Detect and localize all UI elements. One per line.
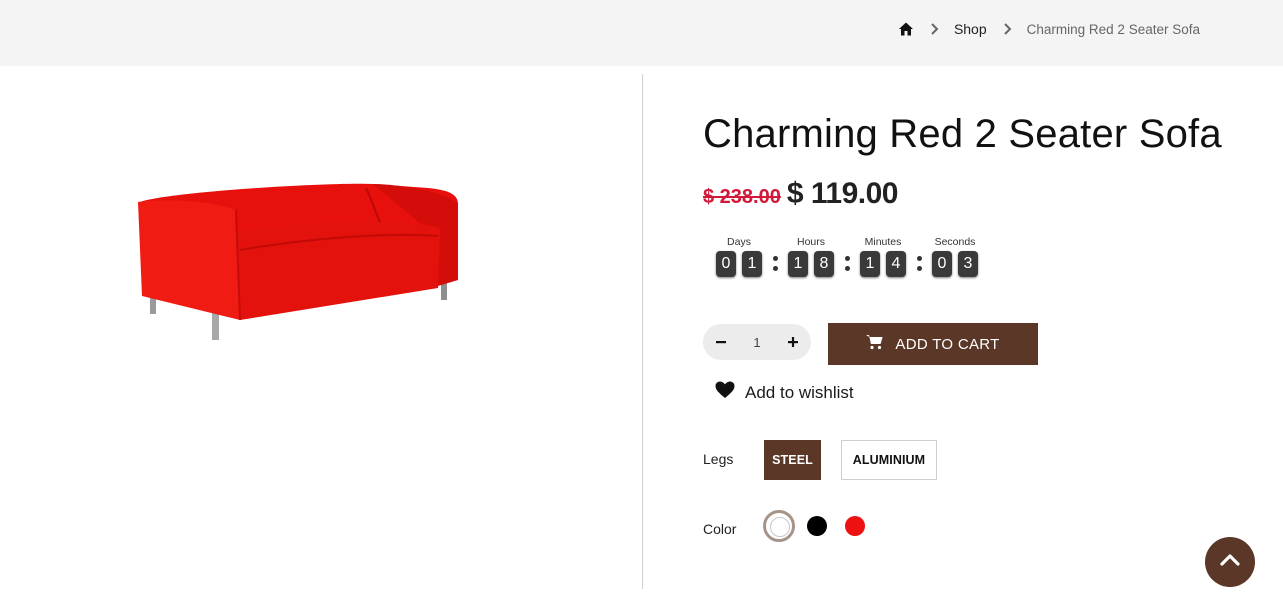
countdown-digit: 4 <box>886 251 906 277</box>
countdown-minutes: Minutes 1 4 <box>860 236 906 277</box>
countdown-digit: 8 <box>814 251 834 277</box>
countdown-label: Hours <box>796 236 825 248</box>
countdown-digit: 3 <box>958 251 978 277</box>
breadcrumb-bar: Shop Charming Red 2 Seater Sofa <box>0 0 1283 66</box>
column-divider <box>642 74 643 589</box>
countdown-label: Days <box>727 236 751 248</box>
add-to-cart-label: ADD TO CART <box>895 335 1000 353</box>
chevron-right-icon <box>1003 22 1013 36</box>
chevron-up-icon <box>1220 553 1240 572</box>
legs-label: Legs <box>703 451 734 467</box>
shopping-cart-icon <box>866 334 883 354</box>
wishlist-label: Add to wishlist <box>745 382 854 402</box>
countdown-hours: Hours 1 8 <box>788 236 834 277</box>
countdown-separator <box>762 236 788 271</box>
countdown-separator <box>906 236 932 271</box>
sale-price: $ 119.00 <box>786 177 899 210</box>
countdown-digit: 1 <box>742 251 762 277</box>
color-label: Color <box>703 521 737 537</box>
breadcrumb-current: Charming Red 2 Seater Sofa <box>1026 21 1200 37</box>
plus-icon[interactable] <box>785 334 801 350</box>
countdown-days: Days 0 1 <box>716 236 762 277</box>
back-to-top-button[interactable] <box>1205 537 1255 587</box>
countdown-label: Minutes <box>864 236 902 248</box>
color-swatch-red[interactable] <box>845 516 865 536</box>
countdown-label: Seconds <box>934 236 976 248</box>
legs-option-steel[interactable]: STEEL <box>764 440 821 480</box>
heart-icon <box>715 381 735 404</box>
countdown-digit: 1 <box>860 251 880 277</box>
color-swatch-white[interactable] <box>763 510 795 542</box>
price-row: $ 238.00 $ 119.00 <box>703 177 898 211</box>
countdown-separator <box>834 236 860 271</box>
quantity-stepper <box>703 324 811 360</box>
quantity-input[interactable] <box>742 334 772 350</box>
sale-countdown: Days 0 1 Hours 1 8 Minutes 1 4 Seconds 0… <box>716 236 978 277</box>
color-swatch-black[interactable] <box>807 516 827 536</box>
home-icon[interactable] <box>898 21 914 37</box>
countdown-digit: 1 <box>788 251 808 277</box>
countdown-digit: 0 <box>932 251 952 277</box>
countdown-digit: 0 <box>716 251 736 277</box>
add-to-wishlist-link[interactable]: Add to wishlist <box>715 381 854 404</box>
red-sofa-image[interactable] <box>128 170 468 350</box>
minus-icon[interactable] <box>713 334 729 350</box>
chevron-right-icon <box>930 22 940 36</box>
legs-option-aluminium[interactable]: ALUMINIUM <box>841 440 937 480</box>
add-to-cart-button[interactable]: ADD TO CART <box>828 323 1038 365</box>
old-price: $ 238.00 <box>703 186 781 208</box>
breadcrumb: Shop Charming Red 2 Seater Sofa <box>898 21 1200 37</box>
breadcrumb-shop-link[interactable]: Shop <box>954 21 987 37</box>
countdown-seconds: Seconds 0 3 <box>932 236 978 277</box>
product-title: Charming Red 2 Seater Sofa <box>703 112 1222 156</box>
